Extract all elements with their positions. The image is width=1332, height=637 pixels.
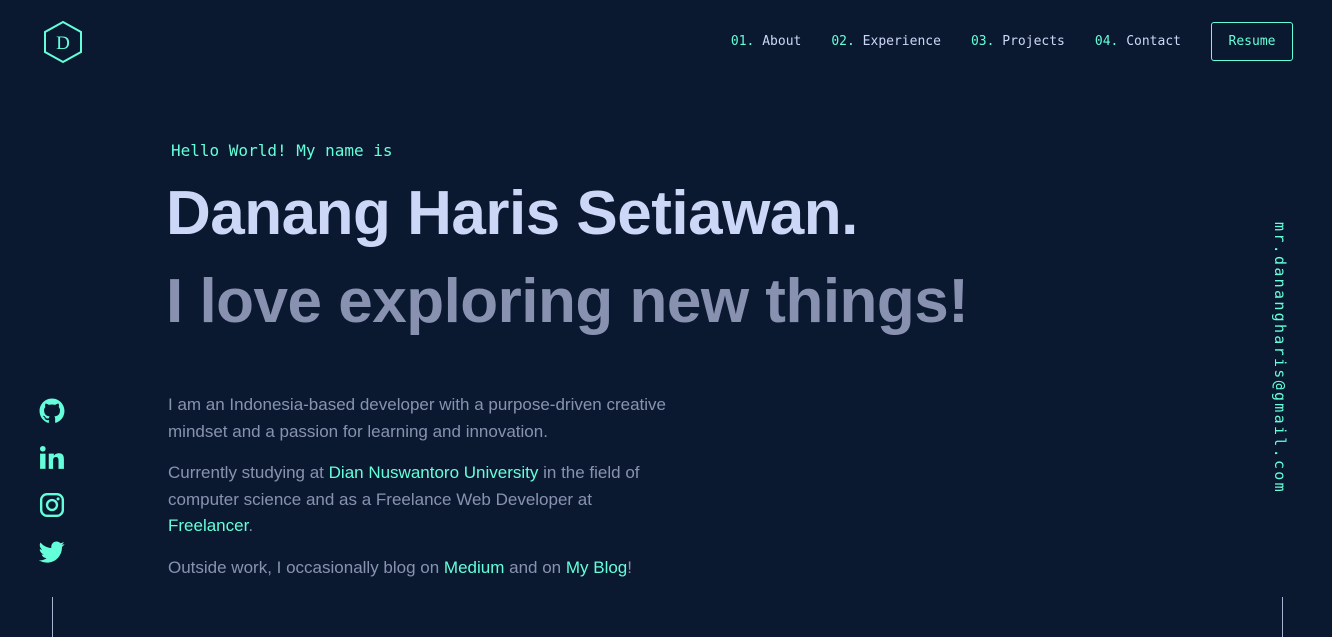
nav-item-about[interactable]: 01. About xyxy=(731,34,801,49)
right-divider-line xyxy=(1282,597,1283,637)
left-divider-line xyxy=(52,597,53,637)
bio-paragraph-1: I am an Indonesia-based developer with a… xyxy=(168,395,667,441)
hero-bio: I am an Indonesia-based developer with a… xyxy=(168,392,668,596)
medium-link[interactable]: Medium xyxy=(444,558,504,577)
linkedin-icon[interactable] xyxy=(39,445,65,471)
twitter-icon[interactable] xyxy=(39,539,65,565)
nav-item-contact[interactable]: 04. Contact xyxy=(1095,34,1181,49)
nav-label: About xyxy=(762,34,802,49)
hero-name: Danang Haris Setiawan. xyxy=(166,179,858,248)
logo-letter: D xyxy=(56,33,70,54)
nav-number: 03. xyxy=(970,34,995,49)
main-nav: 01. About 02. Experience 03. Projects 04… xyxy=(731,22,1293,61)
github-icon[interactable] xyxy=(39,398,65,424)
university-link[interactable]: Dian Nuswantoro University xyxy=(329,463,539,482)
freelancer-link[interactable]: Freelancer xyxy=(168,516,248,535)
email-link[interactable]: mr.danangharis@gmail.com xyxy=(1271,222,1289,494)
bio-text: and on xyxy=(504,557,566,577)
nav-label: Experience xyxy=(862,34,941,49)
nav-number: 01. xyxy=(730,34,755,49)
bio-text: . xyxy=(248,516,254,535)
blog-link[interactable]: My Blog xyxy=(566,558,627,577)
nav-label: Contact xyxy=(1126,34,1181,49)
nav-number: 02. xyxy=(831,34,855,49)
logo[interactable]: D xyxy=(42,20,84,64)
nav-number: 04. xyxy=(1094,34,1119,49)
resume-button[interactable]: Resume xyxy=(1211,22,1293,61)
nav-item-projects[interactable]: 03. Projects xyxy=(971,34,1065,49)
bio-text: ! xyxy=(627,557,632,577)
bio-paragraph-2: Currently studying at Dian Nuswantoro Un… xyxy=(168,460,668,540)
hero-tagline: I love exploring new things! xyxy=(166,267,969,336)
hero-greeting: Hello World! My name is xyxy=(171,141,393,160)
nav-label: Projects xyxy=(1002,34,1065,49)
bio-text: Currently studying at xyxy=(168,463,329,482)
nav-item-experience[interactable]: 02. Experience xyxy=(831,34,941,49)
social-links xyxy=(39,398,67,586)
bio-text: Outside work, I occasionally blog on xyxy=(168,557,444,577)
bio-paragraph-3: Outside work, I occasionally blog on Med… xyxy=(168,555,668,582)
instagram-icon[interactable] xyxy=(39,492,65,518)
